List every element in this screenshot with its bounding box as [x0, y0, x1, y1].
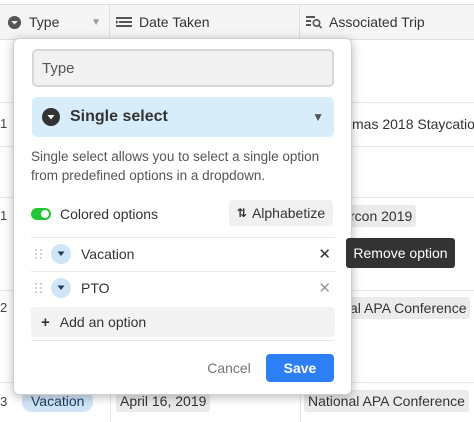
linked-record-icon	[306, 14, 322, 30]
single-select-icon	[6, 14, 22, 30]
date-field-icon	[116, 14, 132, 30]
trip-cell[interactable]: rcon 2019	[346, 205, 417, 227]
colored-options-toggle[interactable]	[31, 208, 51, 220]
row-number: 3	[0, 394, 8, 409]
option-color-chip[interactable]	[51, 278, 71, 298]
column-header-label: Date Taken	[139, 14, 210, 30]
option-row: Vacation ✕	[31, 239, 335, 269]
add-option-button[interactable]: + Add an option	[31, 307, 335, 337]
alphabetize-label: Alphabetize	[251, 205, 326, 221]
chevron-down-icon[interactable]: ▼	[91, 17, 101, 28]
cancel-button[interactable]: Cancel	[204, 355, 254, 381]
single-select-icon	[42, 108, 60, 126]
colored-options-row: Colored options	[31, 202, 158, 226]
save-button[interactable]: Save	[266, 354, 334, 382]
column-header-type[interactable]: Type ▼	[0, 5, 110, 39]
options-divider	[31, 237, 335, 238]
option-color-chip[interactable]	[51, 244, 71, 264]
field-type-label: Single select	[70, 108, 168, 125]
option-label[interactable]: PTO	[81, 280, 110, 296]
grid-header: Type ▼ Date Taken Associated Trip	[0, 4, 474, 40]
sort-arrows-icon: ⇅	[236, 206, 247, 220]
column-header-date-taken[interactable]: Date Taken	[110, 5, 300, 39]
add-option-label: Add an option	[59, 314, 147, 330]
drag-handle-icon[interactable]	[35, 249, 45, 259]
column-header-associated-trip[interactable]: Associated Trip	[300, 5, 474, 39]
field-name-input[interactable]	[32, 49, 334, 87]
column-header-label: Associated Trip	[329, 14, 425, 30]
toggle-knob	[41, 210, 49, 218]
colored-options-label: Colored options	[60, 206, 159, 222]
field-config-dialog: Single select ▼ Single select allows you…	[13, 38, 352, 395]
drag-handle-icon[interactable]	[35, 283, 45, 293]
row-number: 1	[0, 208, 8, 223]
plus-icon: +	[41, 313, 50, 331]
trip-cell[interactable]: al APA Conference	[346, 297, 471, 319]
remove-option-icon[interactable]: ✕	[318, 245, 331, 263]
alphabetize-button[interactable]: ⇅ Alphabetize	[229, 200, 333, 226]
option-row: PTO ✕	[31, 273, 335, 303]
field-type-select[interactable]: Single select ▼	[32, 97, 334, 137]
option-label[interactable]: Vacation	[81, 246, 134, 262]
trip-cell[interactable]: mas 2018 Staycation	[352, 113, 474, 135]
remove-option-tooltip: Remove option	[346, 238, 455, 268]
remove-option-icon[interactable]: ✕	[318, 279, 331, 297]
row-number: 1	[0, 116, 8, 131]
chevron-down-icon: ▼	[312, 110, 324, 124]
options-divider	[31, 340, 335, 341]
column-header-label: Type	[29, 14, 60, 30]
field-type-description: Single select allows you to select a sin…	[31, 149, 320, 183]
row-number: 2	[0, 300, 8, 315]
options-divider	[31, 271, 335, 272]
